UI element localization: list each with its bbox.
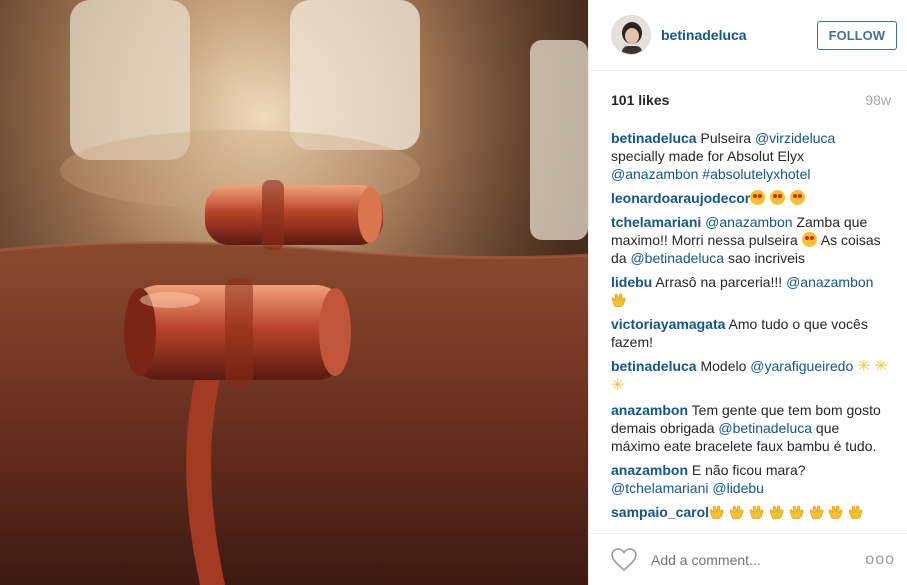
comments-list: betinadeluca Pulseira @virzideluca speci… xyxy=(589,129,907,533)
comment-author[interactable]: tchelamariani xyxy=(611,214,701,230)
mention-link[interactable]: @lidebu xyxy=(712,480,764,496)
comment-item: tchelamariani @anazambon Zamba que maxim… xyxy=(611,213,891,267)
add-comment-input[interactable] xyxy=(651,551,866,568)
post-username[interactable]: betinadeluca xyxy=(661,27,817,43)
clapping-hands-emoji-icon xyxy=(611,293,626,307)
post-stats: 101 likes 98w xyxy=(589,71,907,129)
comment-item: anazambon Tem gente que tem bom gosto de… xyxy=(611,401,891,455)
mention-link[interactable]: @tchelamariani xyxy=(611,480,708,496)
comment-item: sampaio_carol xyxy=(611,503,891,521)
more-options-button[interactable]: ooo xyxy=(865,551,895,569)
comment-author[interactable]: lidebu xyxy=(611,274,652,290)
comment-author[interactable]: sampaio_carol xyxy=(611,504,709,520)
comment-text: Arrasô na parceria!!! xyxy=(652,274,787,290)
comment-item: anazambon E não ficou mara? @tchelamaria… xyxy=(611,461,891,497)
comment-item: victoriayamagata Amo tudo o que vocês fa… xyxy=(611,315,891,351)
comment-author[interactable]: betinadeluca xyxy=(611,130,697,146)
clapping-hands-emoji-icon xyxy=(829,505,843,519)
post-side-panel: betinadeluca FOLLOW 101 likes 98w betina… xyxy=(588,0,907,585)
mention-link[interactable]: @anazambon xyxy=(786,274,873,290)
avatar[interactable] xyxy=(611,15,651,55)
comment-item: lidebu Arrasô na parceria!!! @anazambon xyxy=(611,273,891,309)
mention-link[interactable]: @anazambon xyxy=(705,214,792,230)
comment-author[interactable]: anazambon xyxy=(611,462,688,478)
sparkle-star-emoji-icon: ✳ xyxy=(857,358,871,375)
mention-link[interactable]: @yarafigueiredo xyxy=(750,358,853,374)
mention-link[interactable]: @virzideluca xyxy=(755,130,835,146)
post-photo[interactable] xyxy=(0,0,588,585)
clapping-hands-emoji-icon xyxy=(729,505,744,519)
post-header: betinadeluca FOLLOW xyxy=(589,0,907,71)
comment-author[interactable]: victoriayamagata xyxy=(611,316,725,332)
comment-author[interactable]: leonardoaraujodecor xyxy=(611,190,750,206)
hashtag-link[interactable]: #absolutelyxhotel xyxy=(702,166,810,182)
comment-item: betinadeluca Modelo @yarafigueiredo ✳ ✳ … xyxy=(611,357,891,395)
comment-text: specially made for Absolut Elyx xyxy=(611,148,804,164)
instagram-post: betinadeluca FOLLOW 101 likes 98w betina… xyxy=(0,0,907,585)
follow-button[interactable]: FOLLOW xyxy=(816,20,897,50)
post-age: 98w xyxy=(865,92,891,108)
post-footer: ooo xyxy=(589,533,907,585)
heart-eyes-emoji-icon xyxy=(790,190,806,205)
comment-author[interactable]: anazambon xyxy=(611,402,688,418)
sparkle-star-emoji-icon: ✳ xyxy=(874,358,888,375)
mention-link[interactable]: @anazambon xyxy=(611,166,698,182)
likes-count[interactable]: 101 likes xyxy=(611,92,669,108)
clapping-hands-emoji-icon xyxy=(709,505,724,519)
comment-item: leonardoaraujodecor xyxy=(611,189,891,207)
bracelet-photo-illustration xyxy=(0,0,588,585)
heart-outline-icon[interactable] xyxy=(611,547,637,572)
avatar-image xyxy=(612,16,650,54)
comment-author[interactable]: betinadeluca xyxy=(611,358,697,374)
heart-eyes-emoji-icon xyxy=(801,232,817,247)
comment-text: E não ficou mara? xyxy=(688,462,806,478)
clapping-hands-emoji-icon xyxy=(769,505,784,519)
heart-eyes-emoji-icon xyxy=(770,190,786,205)
comment-text: Modelo xyxy=(696,358,751,374)
clapping-hands-emoji-icon xyxy=(749,505,764,519)
comment-text: Pulseira xyxy=(696,130,755,146)
clapping-hands-emoji-icon xyxy=(809,505,823,519)
clapping-hands-emoji-icon xyxy=(848,505,863,519)
comment-item: betinadeluca Pulseira @virzideluca speci… xyxy=(611,129,891,183)
heart-eyes-emoji-icon xyxy=(750,190,766,205)
clapping-hands-emoji-icon xyxy=(789,505,804,519)
mention-link[interactable]: @betinadeluca xyxy=(718,420,812,436)
comment-text: sao incriveis xyxy=(724,250,806,266)
sparkle-star-emoji-icon: ✳ xyxy=(611,377,625,394)
mention-link[interactable]: @betinadeluca xyxy=(630,250,724,266)
